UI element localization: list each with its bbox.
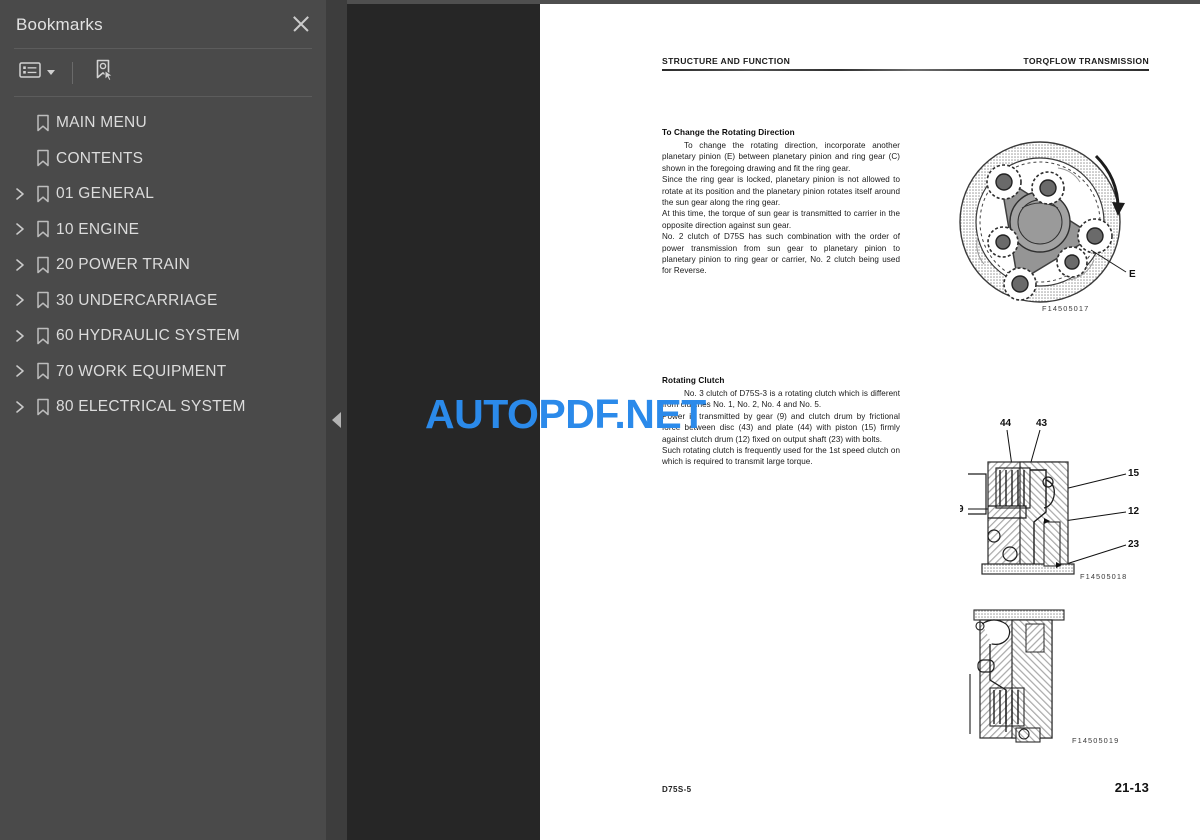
bookmarks-panel-header: Bookmarks <box>0 0 326 48</box>
bookmark-label: 60 HYDRAULIC SYSTEM <box>56 327 240 344</box>
bookmark-icon <box>30 291 56 309</box>
svg-text:15: 15 <box>1128 468 1140 479</box>
section-title: To Change the Rotating Direction <box>662 128 795 137</box>
bookmark-label: 80 ELECTRICAL SYSTEM <box>56 398 246 415</box>
bookmark-list: MAIN MENU CONTENTS 01 GENERAL 10 ENGINE 20 P… <box>0 97 326 425</box>
section-paragraph: To change the rotating direction, incorp… <box>662 141 900 173</box>
list-options-icon <box>19 61 41 84</box>
svg-text:E: E <box>1129 269 1136 280</box>
bookmarks-toolbar <box>0 49 326 96</box>
svg-text:12: 12 <box>1128 506 1140 517</box>
chevron-right-icon[interactable] <box>10 293 30 307</box>
bookmark-icon <box>30 327 56 345</box>
bookmark-icon <box>30 256 56 274</box>
section-paragraph: Such rotating clutch is frequently used … <box>662 446 900 467</box>
bookmark-item[interactable]: 20 POWER TRAIN <box>0 247 326 283</box>
bookmark-cursor-icon <box>92 58 116 87</box>
figure-number: F14505017 <box>1042 304 1090 313</box>
bookmark-icon <box>30 114 56 132</box>
svg-text:9: 9 <box>960 504 964 515</box>
bookmark-item[interactable]: 01 GENERAL <box>0 176 326 212</box>
bookmark-item[interactable]: 70 WORK EQUIPMENT <box>0 354 326 390</box>
bookmark-label: 30 UNDERCARRIAGE <box>56 291 218 309</box>
watermark-text: AUTOPDF.NET <box>425 391 706 437</box>
section-title: Rotating Clutch <box>662 376 725 385</box>
svg-text:23: 23 <box>1128 539 1140 550</box>
bookmark-item[interactable]: 60 HYDRAULIC SYSTEM <box>0 318 326 354</box>
page-header-left: STRUCTURE AND FUNCTION <box>662 56 791 66</box>
bookmark-icon <box>30 362 56 380</box>
sidebar-collapse-handle[interactable] <box>326 0 347 840</box>
bookmark-item[interactable]: 80 ELECTRICAL SYSTEM <box>0 389 326 425</box>
toolbar-separator <box>72 61 73 84</box>
bookmark-label: 20 POWER TRAIN <box>56 256 191 273</box>
figure-number: F14505019 <box>1072 736 1120 745</box>
figure-planetary-gear-set: E F14505017 <box>948 132 1153 317</box>
chevron-right-icon[interactable] <box>10 222 30 236</box>
bookmark-options-button[interactable] <box>16 59 58 87</box>
bookmark-icon <box>30 149 56 167</box>
chevron-right-icon[interactable] <box>10 400 30 414</box>
chevron-right-icon[interactable] <box>10 364 30 378</box>
pdf-viewer-window: Bookmarks MAIN MENU CONTENTS 01 GENERAL … <box>0 0 1200 840</box>
figure-rotating-clutch-section: 44 43 15 12 23 9 F14505018 <box>958 414 1155 589</box>
figure-clutch-assembly-section: F14505019 <box>960 604 1155 764</box>
bookmark-label: MAIN MENU <box>56 114 147 131</box>
bookmarks-panel-title: Bookmarks <box>16 14 103 34</box>
page-header: STRUCTURE AND FUNCTION TORQFLOW TRANSMIS… <box>662 56 1149 71</box>
page-header-right: TORQFLOW TRANSMISSION <box>1023 56 1149 66</box>
close-icon[interactable] <box>290 13 312 35</box>
section-paragraph: Since the ring gear is locked, planetary… <box>662 175 900 208</box>
bookmark-item[interactable]: 30 UNDERCARRIAGE <box>0 283 326 319</box>
bookmark-item[interactable]: MAIN MENU <box>0 105 326 141</box>
bookmarks-panel: Bookmarks MAIN MENU CONTENTS 01 GENERAL … <box>0 0 326 840</box>
document-viewport[interactable]: AUTOPDF.NET STRUCTURE AND FUNCTION TORQF… <box>347 0 1200 840</box>
bookmark-label: 70 WORK EQUIPMENT <box>56 362 227 380</box>
section-change-rotating-direction: To Change the Rotating Direction To chan… <box>662 128 900 277</box>
chevron-left-icon <box>331 412 341 428</box>
bookmark-label: CONTENTS <box>56 149 144 167</box>
page-header-rule <box>662 69 1149 71</box>
bookmark-item[interactable]: CONTENTS <box>0 141 326 177</box>
chevron-right-icon[interactable] <box>10 329 30 343</box>
chevron-down-icon <box>47 70 55 75</box>
figure-number: F14505018 <box>1080 572 1128 581</box>
section-paragraph: At this time, the torque of sun gear is … <box>662 209 900 230</box>
chevron-right-icon[interactable] <box>10 258 30 272</box>
page-number: 21-13 <box>1114 780 1149 795</box>
page-footer-model: D75S-5 <box>662 785 692 794</box>
svg-text:43: 43 <box>1036 418 1048 429</box>
bookmark-label: 10 ENGINE <box>56 220 140 238</box>
bookmark-icon <box>30 185 56 203</box>
chevron-right-icon[interactable] <box>10 187 30 201</box>
svg-text:44: 44 <box>1000 418 1012 429</box>
bookmark-label: 01 GENERAL <box>56 185 155 202</box>
expand-current-bookmark-button[interactable] <box>89 59 119 87</box>
bookmark-item[interactable]: 10 ENGINE <box>0 212 326 248</box>
section-paragraph: No. 2 clutch of D75S has such combinatio… <box>662 232 900 276</box>
bookmark-icon <box>30 220 56 238</box>
page-footer: D75S-5 21-13 <box>662 780 1149 795</box>
bookmark-icon <box>30 398 56 416</box>
